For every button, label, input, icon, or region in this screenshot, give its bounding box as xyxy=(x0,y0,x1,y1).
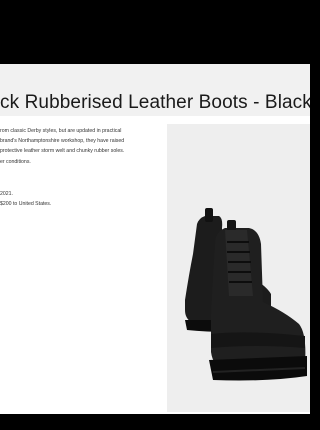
product-title: ck Rubberised Leather Boots - Black xyxy=(0,92,310,113)
meta-shipping: $200 to United States. xyxy=(0,201,52,208)
meta-date: 2021. xyxy=(0,191,13,197)
product-meta: 2021. $200 to United States. xyxy=(0,189,158,209)
description-line: brand's Northamptonshire workshop, they … xyxy=(0,138,125,145)
title-bar: ck Rubberised Leather Boots - Black xyxy=(0,64,310,116)
product-description: rom classic Derby styles, but are update… xyxy=(0,126,158,167)
description-line: protective leather storm welt and chunky… xyxy=(0,148,125,155)
product-page: ck Rubberised Leather Boots - Black rom … xyxy=(0,64,310,414)
front-boot xyxy=(209,220,307,381)
product-image[interactable] xyxy=(167,124,310,412)
description-line: rom classic Derby styles, but are update… xyxy=(0,128,122,134)
description-line: er conditions. xyxy=(0,158,31,165)
boots-illustration xyxy=(185,208,307,381)
